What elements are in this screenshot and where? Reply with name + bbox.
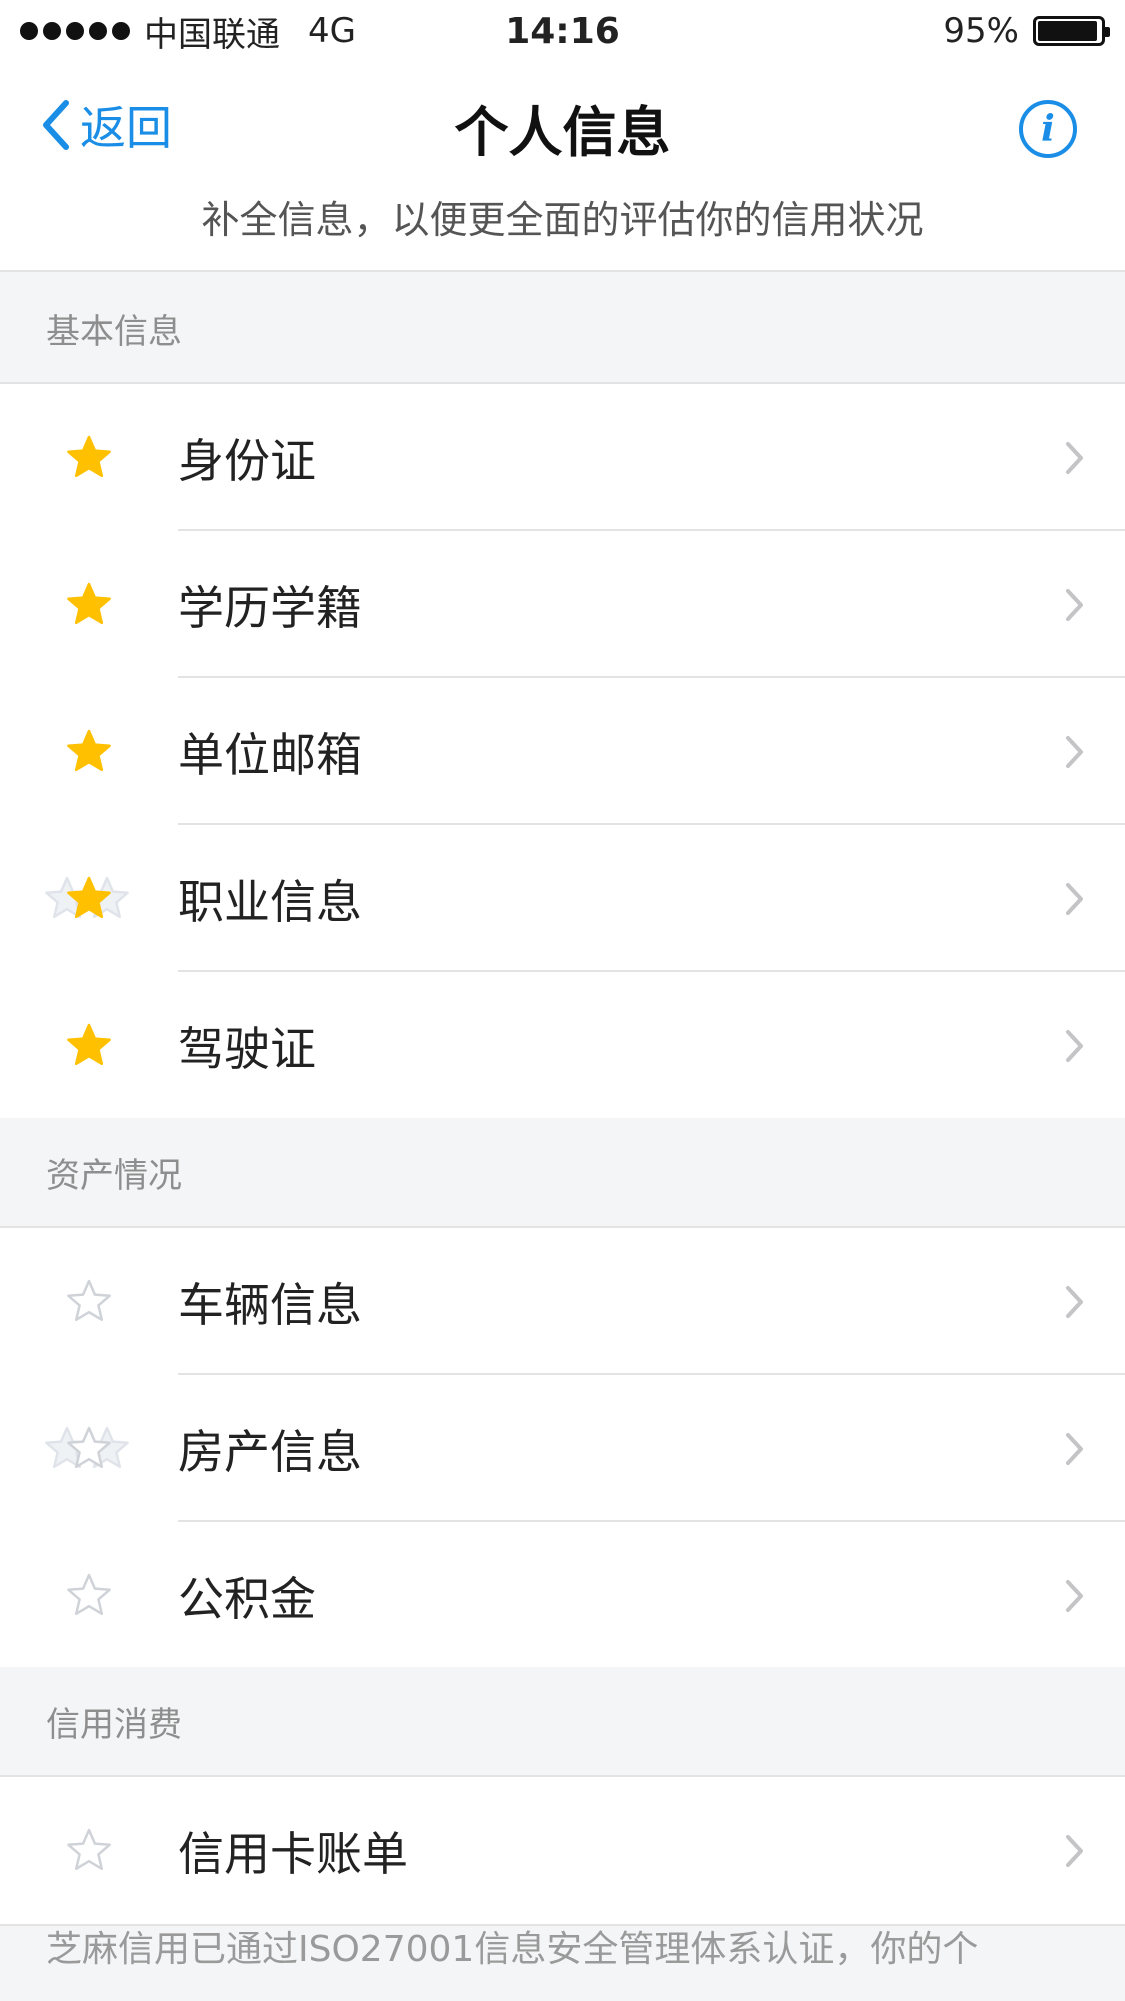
chevron-right-icon — [1066, 1029, 1083, 1062]
network-type: 4G — [308, 11, 356, 51]
star-filled-icon — [45, 876, 129, 918]
basic-info-list: 身份证学历学籍单位邮箱职业信息驾驶证 — [0, 384, 1125, 1121]
list-item-label: 公积金 — [178, 1571, 316, 1626]
list-item[interactable]: 房产信息 — [0, 1375, 1125, 1522]
list-item[interactable]: 身份证 — [0, 384, 1125, 531]
chevron-wrapper — [1025, 587, 1125, 623]
list-item[interactable]: 信用卡账单 — [0, 1777, 1125, 1924]
list-item-label: 驾驶证 — [178, 1021, 316, 1076]
chevron-right-icon — [1066, 882, 1083, 915]
chevron-right-icon — [1066, 441, 1083, 474]
back-button[interactable]: 返回 — [40, 92, 172, 158]
chevron-wrapper — [1025, 1284, 1125, 1320]
footer-note: 芝麻信用已通过ISO27001信息安全管理体系认证，你的个 — [46, 1929, 979, 1970]
list-item-label: 身份证 — [178, 433, 316, 488]
nav-bar: 返回 个人信息 i — [0, 62, 1125, 192]
page-subtitle: 补全信息，以便更全面的评估你的信用状况 — [0, 192, 1125, 272]
battery-percent: 95% — [943, 11, 1019, 51]
chevron-right-icon — [1066, 588, 1083, 621]
signal-strength-icon — [20, 22, 130, 40]
star-badge — [0, 1824, 178, 1878]
chevron-right-icon — [1066, 1834, 1083, 1867]
list-item[interactable]: 公积金 — [0, 1522, 1125, 1669]
battery-icon — [1033, 16, 1110, 46]
section-header-assets: 资产情况 — [0, 1118, 1125, 1228]
status-left: 中国联通 4G — [20, 7, 356, 56]
chevron-wrapper — [1025, 1833, 1125, 1869]
chevron-wrapper — [1025, 1578, 1125, 1614]
star-filled-icon — [67, 729, 111, 771]
chevron-right-icon — [1066, 1579, 1083, 1612]
chevron-wrapper — [1025, 1431, 1125, 1467]
status-bar: 中国联通 4G 14:16 95% — [0, 0, 1125, 62]
section-header-basic: 基本信息 — [0, 274, 1125, 384]
star-badge — [0, 1422, 178, 1476]
list-item[interactable]: 学历学籍 — [0, 531, 1125, 678]
assets-list: 车辆信息房产信息公积金 — [0, 1228, 1125, 1671]
info-icon[interactable]: i — [1019, 100, 1077, 158]
credit-list: 信用卡账单 — [0, 1777, 1125, 1926]
star-badge — [0, 1275, 178, 1329]
battery-level — [1038, 21, 1097, 41]
section-title: 资产情况 — [46, 1155, 182, 1196]
list-item-label: 职业信息 — [178, 874, 362, 929]
list-item[interactable]: 车辆信息 — [0, 1228, 1125, 1375]
star-badge — [0, 1019, 178, 1073]
star-badge — [0, 431, 178, 485]
star-badge — [0, 578, 178, 632]
star-badge — [0, 725, 178, 779]
star-outline-icon — [45, 1426, 129, 1468]
chevron-right-icon — [1066, 1285, 1083, 1318]
chevron-left-icon — [43, 100, 69, 150]
chevron-right-icon — [1066, 735, 1083, 768]
list-item-label: 学历学籍 — [178, 580, 362, 635]
section-title: 基本信息 — [46, 311, 182, 352]
star-filled-icon — [67, 582, 111, 624]
list-item[interactable]: 单位邮箱 — [0, 678, 1125, 825]
page-title: 个人信息 — [454, 100, 671, 164]
back-label: 返回 — [80, 101, 172, 155]
chevron-right-icon — [1066, 1432, 1083, 1465]
chevron-wrapper — [1025, 440, 1125, 476]
list-item[interactable]: 职业信息 — [0, 825, 1125, 972]
list-item-label: 信用卡账单 — [178, 1826, 408, 1881]
star-outline-icon — [67, 1828, 111, 1870]
section-header-credit: 信用消费 — [0, 1667, 1125, 1777]
star-outline-icon — [67, 1573, 111, 1615]
section-title: 信用消费 — [46, 1704, 182, 1745]
chevron-wrapper — [1025, 1028, 1125, 1064]
chevron-wrapper — [1025, 734, 1125, 770]
star-filled-icon — [67, 1023, 111, 1065]
list-item-label: 单位邮箱 — [178, 727, 362, 782]
star-badge — [0, 1569, 178, 1623]
status-right: 95% — [943, 11, 1110, 51]
chevron-wrapper — [1025, 881, 1125, 917]
list-item-label: 房产信息 — [178, 1424, 362, 1479]
list-item-label: 车辆信息 — [178, 1277, 362, 1332]
star-filled-icon — [67, 435, 111, 477]
star-outline-icon — [67, 1279, 111, 1321]
carrier-name: 中国联通 — [144, 14, 280, 55]
list-item[interactable]: 驾驶证 — [0, 972, 1125, 1119]
star-badge — [0, 872, 178, 926]
